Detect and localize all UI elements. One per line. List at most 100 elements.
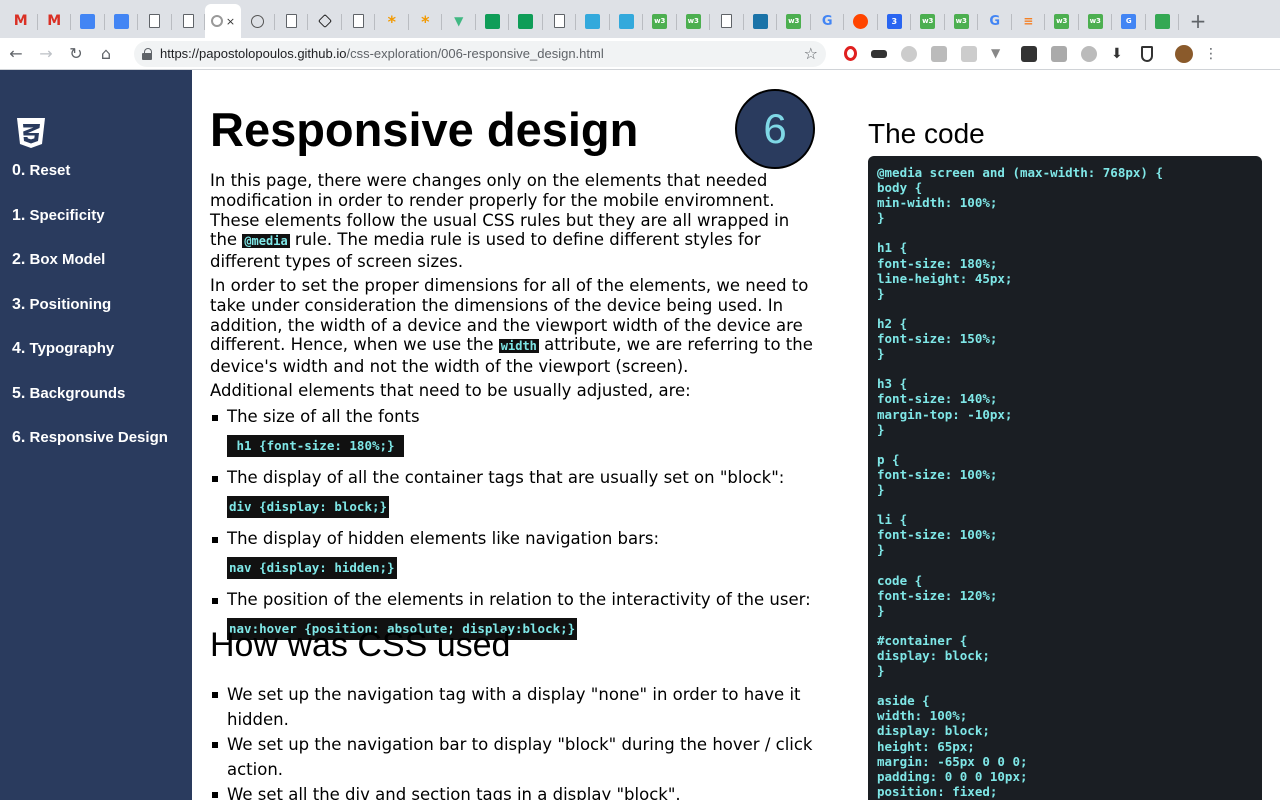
page-title: Responsive design [210, 103, 639, 156]
tab-sheets-2[interactable] [509, 4, 543, 38]
w3schools-icon: w3 [1087, 13, 1103, 29]
chapter-number-badge: 6 [735, 89, 815, 169]
sidebar-item-number: 1. [12, 206, 26, 224]
tab-w3-5[interactable]: w3 [945, 4, 979, 38]
profile-avatar[interactable] [1175, 44, 1193, 63]
list-item: The display of hidden elements like navi… [210, 529, 816, 590]
tab-shield-2[interactable] [610, 4, 644, 38]
tab-vue[interactable]: ▼ [442, 4, 476, 38]
sidebar-item-specificity[interactable]: 1. Specificity [12, 207, 168, 252]
sidebar-item-label: Box Model [29, 251, 106, 268]
google-sheets-icon [518, 13, 534, 29]
sidebar-item-responsive-design[interactable]: 6. Responsive Design [12, 429, 168, 474]
tab-maps[interactable] [1146, 4, 1180, 38]
back-icon[interactable]: ← [2, 40, 30, 68]
asterisk-icon: * [421, 11, 430, 31]
sidebar-item-backgrounds[interactable]: 5. Backgrounds [12, 385, 168, 430]
tab-w3-1[interactable]: w3 [643, 4, 677, 38]
tab-w3-3[interactable]: w3 [777, 4, 811, 38]
tab-shield-1[interactable] [576, 4, 610, 38]
tab-page-3[interactable] [275, 4, 309, 38]
tab-reddit[interactable] [844, 4, 878, 38]
download-icon[interactable]: ⬇ [1111, 46, 1127, 62]
css3-logo-icon [17, 118, 45, 148]
tab-page-2[interactable] [172, 4, 206, 38]
extension-icon[interactable] [901, 45, 917, 62]
globe-icon [251, 14, 265, 28]
tab-asterisk-1[interactable]: * [375, 4, 409, 38]
tab-asterisk-2[interactable]: * [409, 4, 443, 38]
reddit-icon [853, 13, 869, 29]
tab-w3-7[interactable]: w3 [1079, 4, 1113, 38]
list-item-text: The position of the elements in relation… [227, 589, 811, 609]
sidebar-item-box-model[interactable]: 2. Box Model [12, 251, 168, 296]
sidebar-item-label: Typography [29, 340, 115, 357]
tab-web[interactable] [241, 4, 275, 38]
tab-grad[interactable] [744, 4, 778, 38]
code-snippet: nav {display: hidden;} [227, 556, 397, 579]
tab-w3-6[interactable]: w3 [1045, 4, 1079, 38]
sidebar-item-label: Backgrounds [29, 384, 126, 402]
tab-gmail-2[interactable]: M [38, 4, 72, 38]
tab-page-6[interactable] [710, 4, 744, 38]
tab-google-2[interactable]: G [978, 4, 1012, 38]
w3schools-icon: w3 [920, 13, 936, 29]
google-icon: G [821, 13, 833, 29]
extension-icon[interactable] [961, 45, 977, 62]
sidebar-item-positioning[interactable]: 3. Positioning [12, 296, 168, 341]
tab-w3-4[interactable]: w3 [911, 4, 945, 38]
document-icon [285, 14, 297, 28]
extension-icon[interactable] [931, 45, 947, 62]
list-item: We set up the navigation bar to display … [210, 732, 816, 782]
address-bar[interactable]: https://papostolopoulos.github.io/css-ex… [134, 40, 826, 67]
extension-icon[interactable] [1081, 45, 1097, 62]
tab-page-4[interactable] [342, 4, 376, 38]
reload-icon[interactable]: ↻ [62, 40, 90, 68]
tab-calendar[interactable] [71, 4, 105, 38]
tab-page-1[interactable] [138, 4, 172, 38]
code-panel-title: The code [868, 118, 985, 149]
document-icon [149, 14, 161, 28]
url-text[interactable]: https://papostolopoulos.github.io/css-ex… [160, 46, 804, 61]
document-icon [721, 14, 733, 28]
list-item: We set up the navigation tag with a disp… [210, 682, 816, 732]
bookmark-star-icon[interactable]: ☆ [804, 44, 818, 63]
list-item-text: The display of all the container tags th… [227, 467, 785, 487]
menu-icon[interactable]: ⋮ [1197, 40, 1225, 68]
inline-code: @media [242, 234, 290, 249]
browser-toolbar: ← → ↻ ⌂ https://papostolopoulos.github.i… [0, 38, 1280, 70]
opera-icon[interactable] [844, 46, 857, 61]
paragraph-dimensions: In order to set the proper dimensions fo… [210, 276, 816, 377]
w3schools-icon: w3 [786, 13, 802, 29]
home-icon[interactable]: ⌂ [92, 40, 120, 68]
vuejs-devtools-icon[interactable]: ▼ [991, 46, 1007, 62]
tab-google-1[interactable]: G [811, 4, 845, 38]
list-item: The size of all the fonts h1 {font-size:… [210, 407, 816, 468]
translate-icon: G [1121, 13, 1137, 29]
tab-w3-2[interactable]: w3 [677, 4, 711, 38]
incognito-icon[interactable] [871, 49, 887, 58]
tab-codepen[interactable] [308, 4, 342, 38]
tab-stackoverflow[interactable]: ≡ [1012, 4, 1046, 38]
code-listing: @media screen and (max-width: 768px) { b… [877, 165, 1163, 799]
tab-translate[interactable]: G [1112, 4, 1146, 38]
tab-active[interactable]: × [205, 4, 241, 38]
tab-sheets-1[interactable] [476, 4, 510, 38]
extension-icon[interactable] [1051, 45, 1067, 62]
sidebar-item-number: 3. [12, 295, 26, 313]
sidebar-item-reset[interactable]: 0. Reset [12, 162, 168, 207]
tab-page-5[interactable] [543, 4, 577, 38]
shield-extension-icon[interactable] [1141, 45, 1153, 62]
tab-gmail-1[interactable]: M [4, 4, 38, 38]
new-tab-button[interactable]: + [1183, 4, 1213, 38]
code-snippet: h1 {font-size: 180%;} [227, 434, 405, 457]
tab-css3[interactable]: 3 [878, 4, 912, 38]
adjustments-list: The size of all the fonts h1 {font-size:… [210, 407, 816, 651]
forward-icon[interactable]: → [32, 40, 60, 68]
sidebar-item-typography[interactable]: 4. Typography [12, 340, 168, 385]
tab-docs[interactable] [105, 4, 139, 38]
close-icon[interactable]: × [226, 15, 235, 28]
extension-icon[interactable] [1021, 45, 1037, 62]
list-item-text: The display of hidden elements like navi… [227, 528, 660, 548]
sidebar-item-number: 5. [12, 384, 26, 402]
